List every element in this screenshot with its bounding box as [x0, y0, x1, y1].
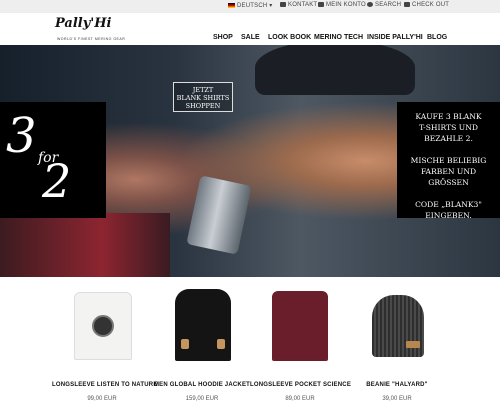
contact-icon [280, 2, 286, 7]
contact-link[interactable]: KONTAKT [280, 2, 317, 8]
product-price: 89,00 EUR [285, 396, 315, 402]
product-card[interactable]: LONGSLEEVE LISTEN TO NATURE 99,00 EUR [52, 285, 157, 402]
brand-logo[interactable]: Pally'Hi [55, 16, 111, 31]
nav-look-book[interactable]: LOOK BOOK [268, 34, 311, 41]
vinyl-print-icon [92, 315, 114, 337]
product-price: 159,00 EUR [185, 396, 219, 402]
utility-bar: DEUTSCH ▾ KONTAKT MEIN KONTO SEARCH CHEC… [0, 0, 500, 13]
language-selector[interactable]: DEUTSCH ▾ [228, 2, 273, 9]
account-link[interactable]: MEIN KONTO [318, 2, 366, 8]
product-image[interactable] [167, 285, 237, 365]
black-hoodie-shape [175, 289, 231, 361]
shop-blank-shirts-button[interactable]: JETZT BLANK SHIRTS SHOPPEN [173, 82, 233, 112]
product-card[interactable]: LONGSLEEVE POCKET SCIENCE 89,00 EUR [250, 285, 351, 402]
elbow-patch-left [181, 339, 189, 349]
nav-shop[interactable]: SHOP [213, 34, 233, 41]
product-image[interactable] [265, 285, 335, 365]
german-flag-icon [228, 2, 235, 8]
product-price: 39,00 EUR [382, 396, 412, 402]
hero-beanie-shape [255, 45, 415, 95]
checkout-link[interactable]: CHECK OUT [404, 2, 449, 8]
brand-tagline: WORLD'S FINEST MERINO GEAR [57, 37, 126, 41]
search-label: SEARCH [375, 2, 402, 9]
burgundy-longsleeve-shape [272, 291, 328, 361]
promo-three: 3 [6, 108, 37, 164]
product-image[interactable] [67, 285, 137, 365]
promo-description: KAUFE 3 BLANK T-SHIRTS UND BEZAHLE 2. MI… [397, 102, 500, 220]
product-name[interactable]: LONGSLEEVE POCKET SCIENCE [250, 382, 351, 388]
elbow-patch-right [217, 339, 225, 349]
hero-red-jacket [0, 213, 170, 277]
product-name[interactable]: BEANIE "HALYARD" [347, 382, 447, 388]
leather-tag-icon [406, 341, 420, 348]
product-name[interactable]: LONGSLEEVE LISTEN TO NATURE [52, 382, 157, 388]
contact-label: KONTAKT [288, 2, 318, 9]
search-icon [367, 2, 373, 7]
product-card[interactable]: BEANIE "HALYARD" 39,00 EUR [347, 285, 447, 402]
product-card[interactable]: MEN GLOBAL HOODIE JACKET 159,00 EUR [152, 285, 252, 402]
product-price: 99,00 EUR [87, 396, 117, 402]
promo-two: 2 [42, 154, 72, 208]
white-longsleeve-shape [74, 292, 132, 360]
user-icon [318, 2, 324, 7]
search-link[interactable]: SEARCH [367, 2, 401, 8]
cart-icon [404, 2, 410, 7]
grey-beanie-shape [372, 295, 424, 357]
product-name[interactable]: MEN GLOBAL HOODIE JACKET [152, 382, 252, 388]
nav-inside-pallyhi[interactable]: INSIDE PALLY'HI [367, 34, 423, 41]
checkout-label: CHECK OUT [412, 2, 450, 9]
language-label: DEUTSCH [237, 3, 268, 9]
nav-sale[interactable]: SALE [241, 34, 260, 41]
nav-merino-tech[interactable]: MERINO TECH [314, 34, 363, 41]
promo-3-for-2: 3 for 2 [0, 102, 106, 218]
nav-blog[interactable]: BLOG [427, 34, 447, 41]
account-label: MEIN KONTO [326, 2, 366, 9]
product-image[interactable] [362, 285, 432, 365]
